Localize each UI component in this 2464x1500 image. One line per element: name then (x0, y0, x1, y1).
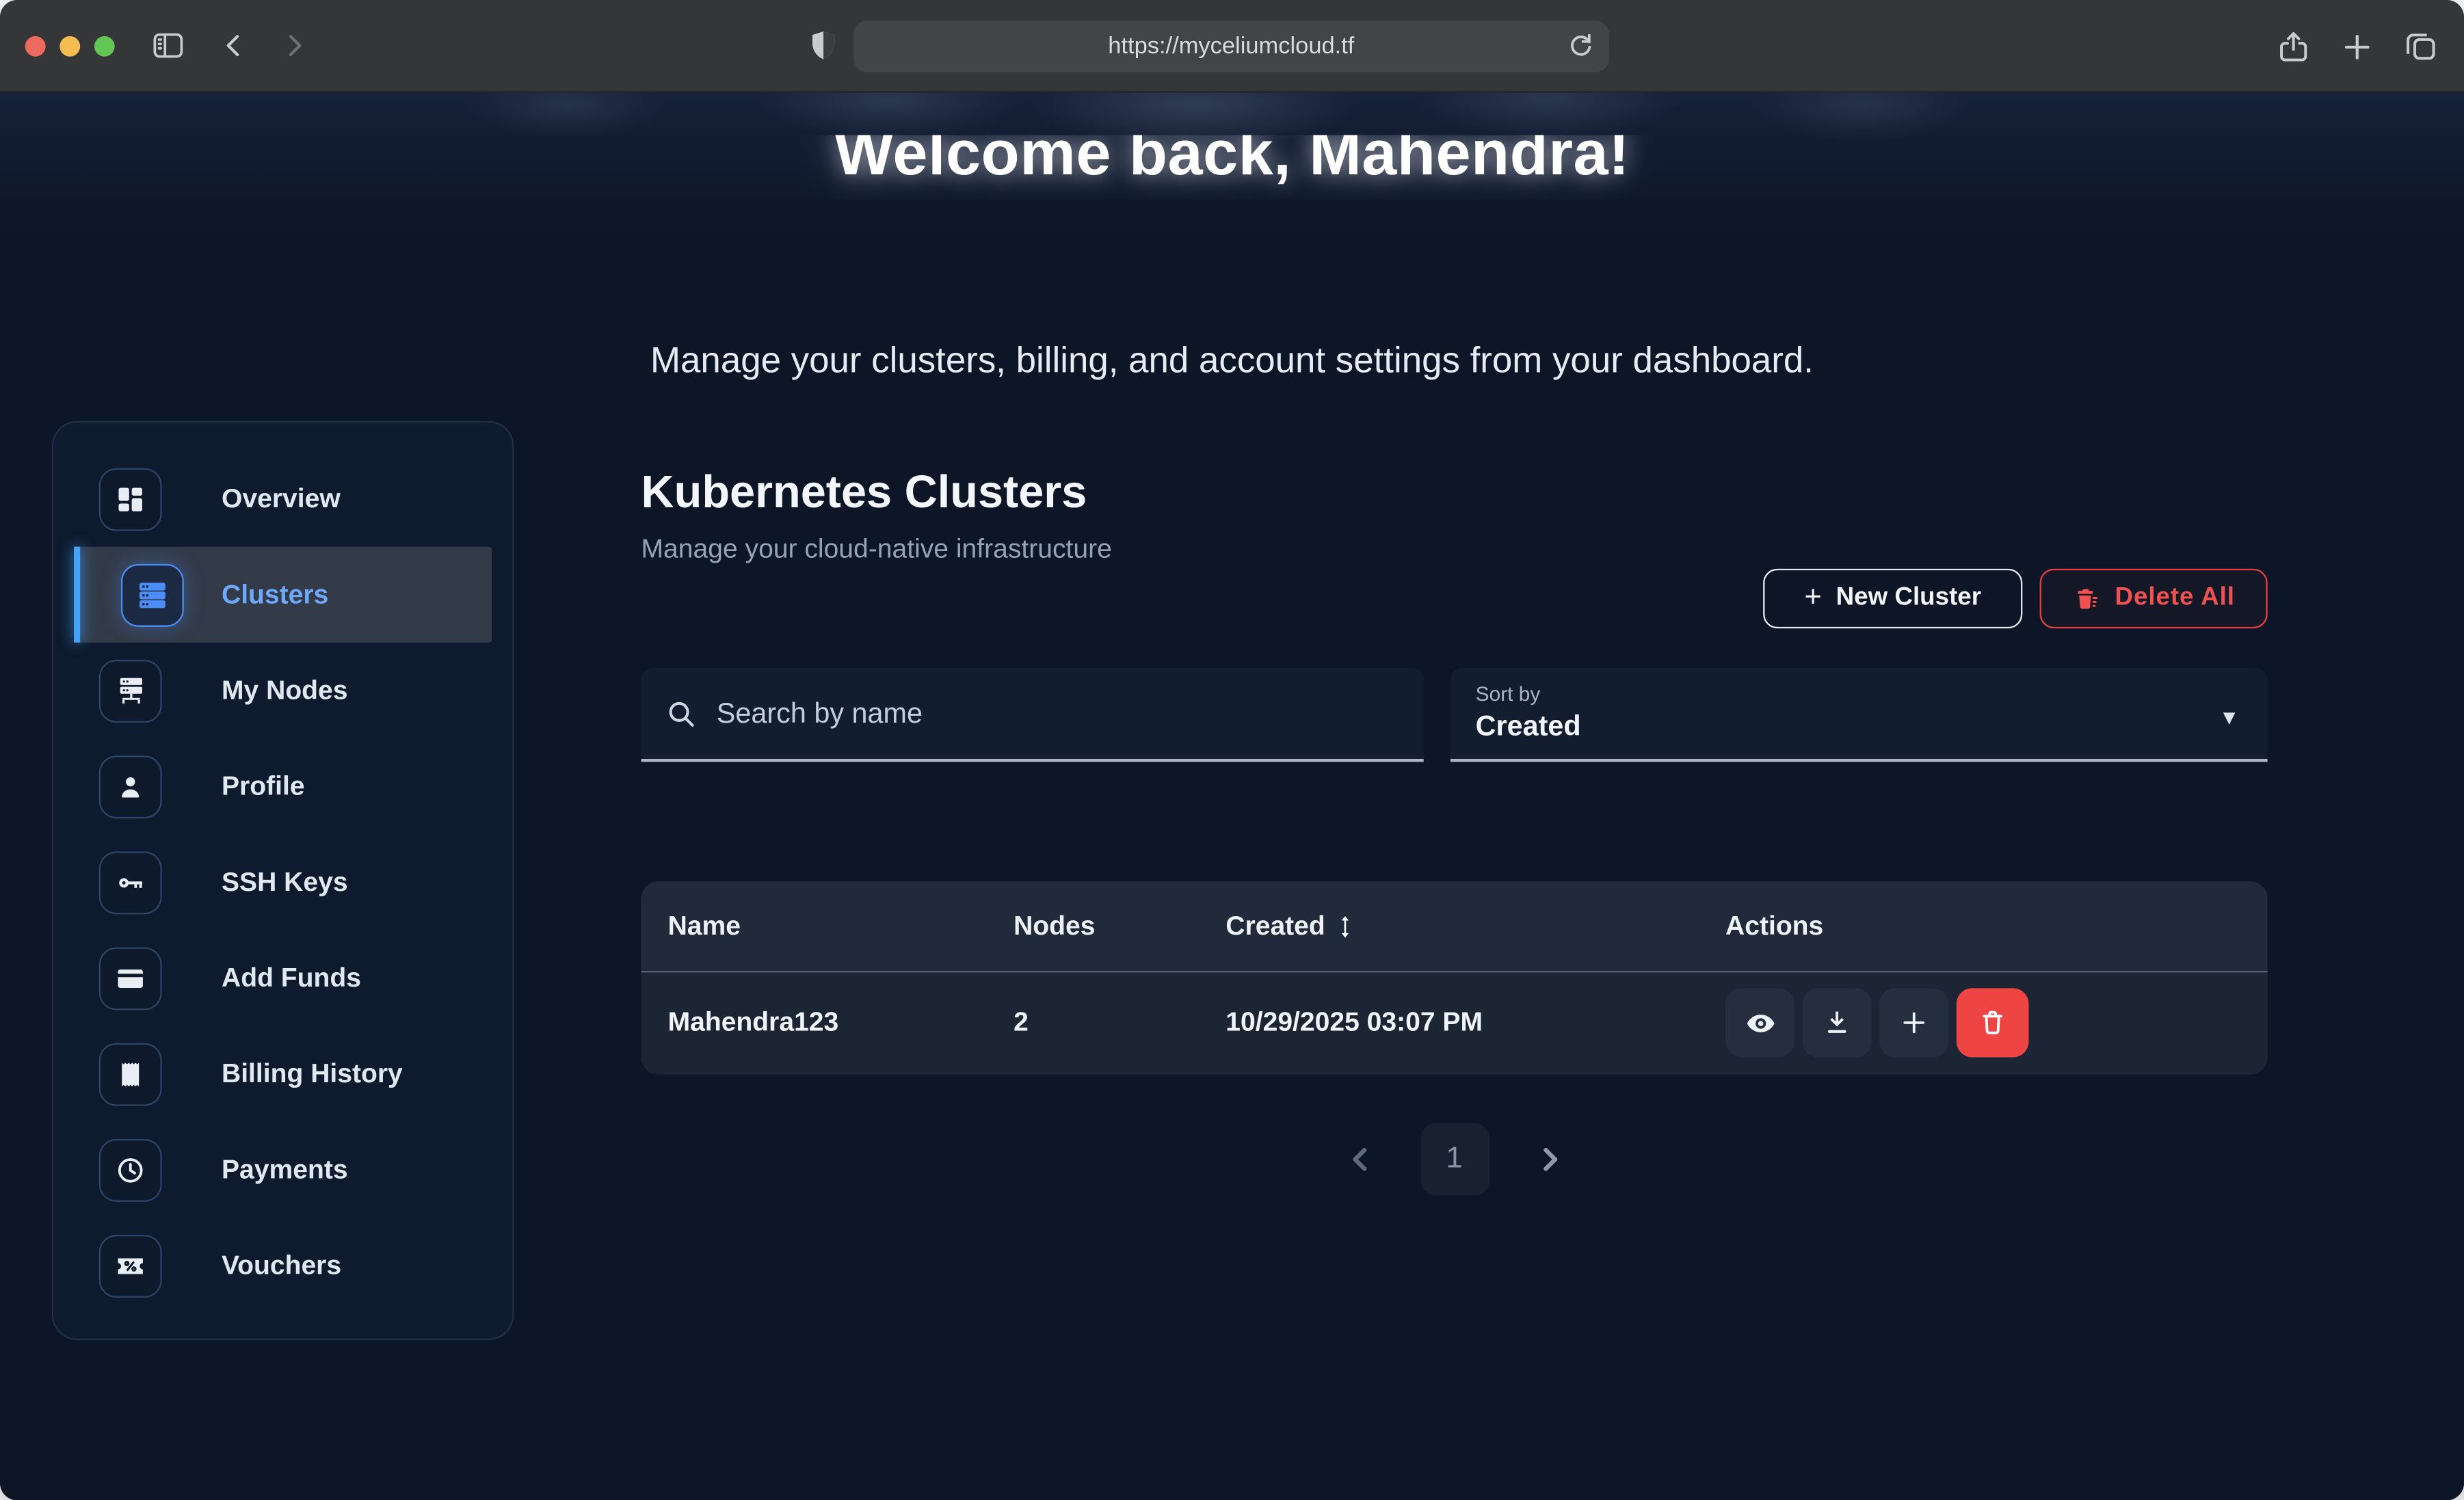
stage: https://myceliumcloud.tf (0, 0, 2464, 1500)
browser-window: https://myceliumcloud.tf (0, 0, 2464, 1500)
column-header-created[interactable]: Created (1226, 911, 1725, 942)
column-header-name: Name (668, 911, 1014, 942)
sidebar-item-label: Payments (222, 1154, 348, 1186)
key-icon (99, 851, 162, 913)
reload-icon[interactable] (1563, 28, 1598, 63)
clock-icon (99, 1138, 162, 1201)
back-icon[interactable] (218, 30, 250, 62)
receipt-icon (99, 1043, 162, 1106)
pagination: 1 (641, 1123, 2268, 1196)
sort-dropdown[interactable]: Sort by Created ▼ (1450, 668, 2268, 762)
sidebar-item-overview[interactable]: Overview (74, 451, 492, 546)
sidebar-item-label: Billing History (222, 1058, 403, 1090)
delete-all-button[interactable]: Delete All (2040, 569, 2268, 628)
section-title: Kubernetes Clusters (641, 468, 2268, 520)
trash-icon (1977, 1007, 2009, 1039)
sidebar-item-billing-history[interactable]: Billing History (74, 1026, 492, 1121)
delete-all-label: Delete All (2115, 585, 2234, 613)
sidebar-item-clusters[interactable]: Clusters (74, 547, 492, 643)
cluster-name: Mahendra123 (668, 1007, 1014, 1039)
page-title: Welcome back, Mahendra! (834, 135, 1630, 200)
sidebar-item-vouchers[interactable]: Vouchers (74, 1218, 492, 1313)
cluster-nodes: 2 (1014, 1007, 1226, 1039)
chevron-down-icon: ▼ (2219, 706, 2240, 729)
clusters-table: Name Nodes Created Actions (641, 881, 2268, 1075)
column-header-nodes: Nodes (1014, 911, 1226, 942)
sidebar-item-label: SSH Keys (222, 866, 348, 898)
sort-label: Sort by (1476, 682, 2242, 705)
page-number[interactable]: 1 (1420, 1123, 1489, 1196)
previous-page-icon[interactable] (1329, 1128, 1392, 1191)
nodes-icon (99, 659, 162, 722)
new-tab-icon[interactable] (2340, 29, 2374, 64)
table-header-row: Name Nodes Created Actions (641, 881, 2268, 972)
minimize-window-button[interactable] (59, 36, 80, 56)
trash-icon (2072, 585, 2100, 613)
sidebar-item-label: Overview (222, 483, 341, 515)
view-cluster-button[interactable] (1725, 988, 1794, 1057)
ticket-icon (99, 1234, 162, 1297)
sidebar-item-label: Vouchers (222, 1250, 341, 1281)
sidebar-item-profile[interactable]: Profile (74, 738, 492, 834)
page-subtitle: Manage your clusters, billing, and accou… (0, 339, 2464, 381)
page-content: Welcome back, Mahendra! Manage your clus… (0, 93, 2464, 1500)
server-stack-icon (121, 563, 184, 626)
search-input[interactable] (717, 697, 1401, 729)
credit-card-icon (99, 946, 162, 1009)
cluster-created: 10/29/2025 03:07 PM (1226, 1007, 1725, 1039)
sidebar-item-label: Clusters (222, 579, 328, 611)
download-kubeconfig-button[interactable] (1803, 988, 1872, 1057)
download-icon (1821, 1007, 1853, 1039)
dashboard-icon (99, 468, 162, 531)
table-row: Mahendra123 2 10/29/2025 03:07 PM (641, 972, 2268, 1073)
privacy-shield-icon[interactable] (804, 27, 842, 64)
search-icon (665, 697, 698, 729)
new-cluster-button[interactable]: + New Cluster (1763, 569, 2022, 628)
sidebar-item-payments[interactable]: Payments (74, 1122, 492, 1218)
address-bar[interactable]: https://myceliumcloud.tf (853, 21, 1609, 72)
sort-updown-icon (1335, 913, 1357, 939)
browser-toolbar: https://myceliumcloud.tf (0, 0, 2464, 93)
person-icon (99, 755, 162, 818)
row-actions (1725, 988, 2241, 1057)
share-icon[interactable] (2275, 28, 2311, 64)
url-text: https://myceliumcloud.tf (1108, 33, 1354, 59)
created-label: Created (1226, 911, 1325, 942)
delete-cluster-button[interactable] (1957, 988, 2029, 1057)
add-node-button[interactable] (1879, 988, 1948, 1057)
search-box (641, 668, 1424, 762)
column-header-actions: Actions (1725, 911, 2241, 942)
sidebar-item-label: Profile (222, 771, 305, 802)
zoom-window-button[interactable] (94, 36, 115, 56)
tab-overview-icon[interactable] (2402, 28, 2439, 64)
eye-icon (1743, 1006, 1776, 1039)
sidebar-item-my-nodes[interactable]: My Nodes (74, 643, 492, 738)
next-page-icon[interactable] (1518, 1128, 1580, 1191)
hero: Welcome back, Mahendra! (0, 135, 2464, 200)
close-window-button[interactable] (25, 36, 46, 56)
new-cluster-label: New Cluster (1836, 585, 1981, 613)
plus-icon: + (1804, 581, 1822, 616)
sidebar: Overview (52, 421, 514, 1340)
sort-value: Created (1476, 710, 2242, 743)
traffic-lights (25, 36, 115, 56)
sidebar-toggle-icon[interactable] (149, 27, 187, 64)
main-panel: Kubernetes Clusters Manage your cloud-na… (641, 421, 2268, 1196)
plus-icon (1898, 1007, 1930, 1039)
section-subtitle: Manage your cloud-native infrastructure (641, 534, 2268, 565)
sidebar-item-add-funds[interactable]: Add Funds (74, 930, 492, 1026)
sidebar-item-ssh-keys[interactable]: SSH Keys (74, 834, 492, 930)
forward-icon[interactable] (278, 30, 310, 62)
sidebar-item-label: Add Funds (222, 962, 361, 993)
sidebar-item-label: My Nodes (222, 675, 348, 706)
